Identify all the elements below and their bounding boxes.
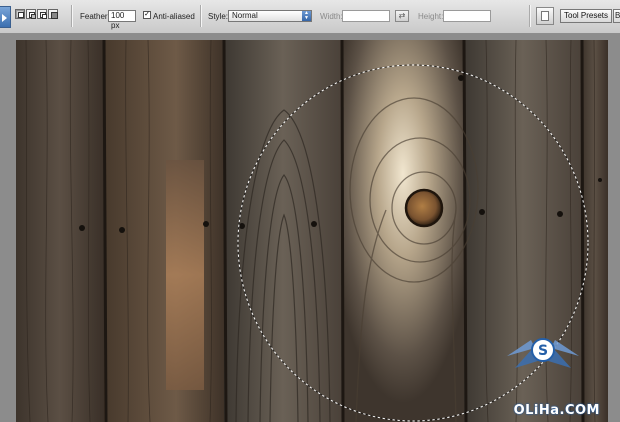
height-input[interactable] <box>443 10 491 22</box>
canvas-area: S OLiHa.COM <box>0 34 620 422</box>
tab-tool-presets[interactable]: Tool Presets <box>560 9 613 23</box>
chevron-updown-icon: ▲ ▼ <box>302 11 311 21</box>
document-canvas[interactable]: S OLiHa.COM <box>16 40 608 422</box>
divider <box>71 5 73 27</box>
feather-label: Feather: <box>80 12 110 21</box>
document-icon[interactable] <box>536 7 554 25</box>
swap-width-height-icon[interactable]: ⇄ <box>395 10 409 22</box>
svg-text:S: S <box>538 343 548 359</box>
add-to-selection-icon[interactable] <box>26 9 36 19</box>
width-input[interactable] <box>342 10 390 22</box>
feather-input[interactable]: 100 px <box>108 10 136 30</box>
style-select[interactable]: Normal ▲ ▼ <box>228 10 312 22</box>
anti-aliased-checkbox[interactable]: ✓ <box>143 11 151 19</box>
width-label: Width: <box>320 12 343 21</box>
divider <box>529 5 531 27</box>
new-selection-icon[interactable] <box>15 9 25 19</box>
height-label: Height: <box>418 12 444 21</box>
style-select-value: Normal <box>232 11 258 20</box>
watermark-text: OLiHa.COM <box>513 403 600 418</box>
wood-image: S <box>16 40 608 422</box>
anti-aliased-label: Anti-aliased <box>153 12 195 21</box>
tool-preset-picker-icon <box>2 14 7 22</box>
divider <box>200 5 202 27</box>
tab-brushes-partial[interactable]: B <box>613 9 620 23</box>
subtract-from-selection-icon[interactable] <box>37 9 47 19</box>
selection-mode-group <box>15 9 58 19</box>
tool-preset-picker[interactable] <box>0 6 11 28</box>
intersect-selection-icon[interactable] <box>48 9 58 19</box>
style-label: Style: <box>208 12 229 21</box>
options-bar: Feather: 100 px ✓ Anti-aliased Style: No… <box>0 0 620 34</box>
